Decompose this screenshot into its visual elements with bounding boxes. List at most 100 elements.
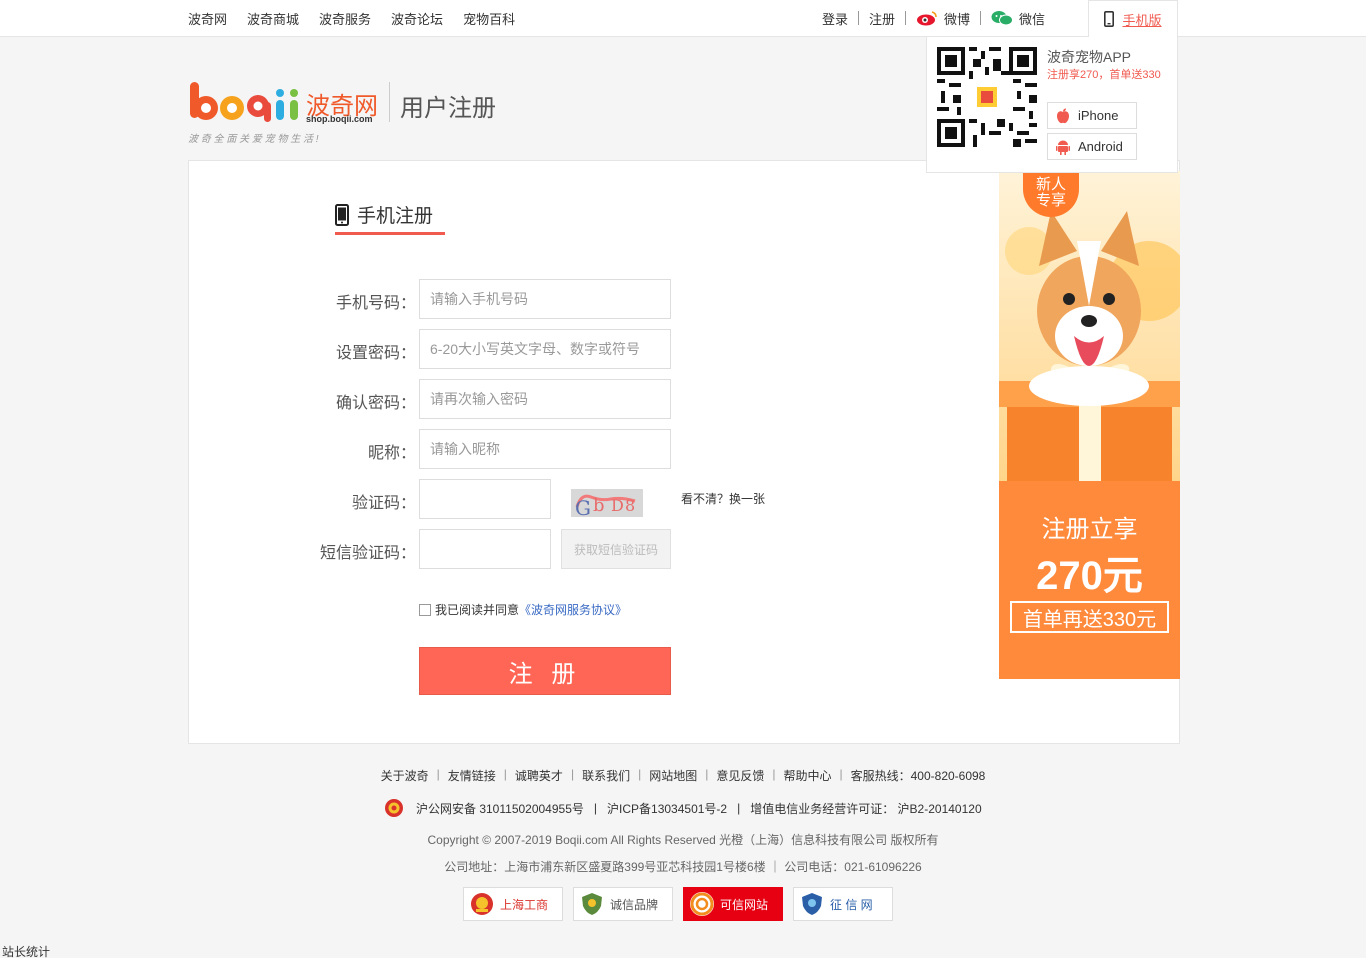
badge-label: 征 信 网 <box>830 897 873 912</box>
refresh-captcha-link[interactable]: 看不清？换一张 <box>681 490 765 507</box>
credit-shield-icon <box>802 893 822 915</box>
footer-link-about[interactable]: 关于波奇 <box>373 767 437 784</box>
password-input[interactable]: 6-20大小写英文字母、数字或符号 <box>419 329 671 369</box>
service-agreement-link[interactable]: 《波奇网服务协议》 <box>519 601 627 618</box>
police-record[interactable]: 沪公网安备 31011502004955号 <box>416 800 584 817</box>
footer-links: 关于波奇 | 友情链接 | 诚聘英才 | 联系我们 | 网站地图 | 意见反馈 | 帮助中心… <box>0 767 1366 784</box>
footer-link-help[interactable]: 帮助中心 <box>775 767 839 784</box>
footer-hotline: 客服热线：400-820-6098 <box>850 769 986 783</box>
iphone-download-button[interactable]: iPhone <box>1047 102 1137 129</box>
nickname-input[interactable]: 请输入昵称 <box>419 429 671 469</box>
confirm-password-label: 确认密码： <box>335 395 416 412</box>
password-label: 设置密码： <box>335 345 416 362</box>
password-placeholder: 6-20大小写英文字母、数字或符号 <box>430 341 641 357</box>
apple-icon <box>1057 108 1069 123</box>
badge-trusted-site[interactable]: 可信网站 <box>683 887 783 921</box>
app-download-dropdown: 波奇宠物APP 注册享270，首单送330 iPhone Android <box>926 36 1178 173</box>
logo-slogan: 波 奇 全 面 关 爱 宠 物 生 活 ! <box>188 134 319 145</box>
footer-link-friends[interactable]: 友情链接 <box>440 767 504 784</box>
nickname-label: 昵称： <box>367 445 416 462</box>
banner-illustration: 新人 专享 <box>999 171 1180 481</box>
qr-code-icon <box>937 47 1037 147</box>
captcha-glyphs-icon: G b D 8 <box>571 489 643 517</box>
login-link[interactable]: 登录 <box>812 9 858 28</box>
site-statistics-link[interactable]: 站长统计 <box>2 943 50 958</box>
captcha-label: 验证码： <box>351 495 416 512</box>
puppy-gift-illustration-icon <box>999 211 1180 481</box>
confirm-password-input[interactable]: 请再次输入密码 <box>419 379 671 419</box>
register-submit-button[interactable]: 注 册 <box>419 647 671 695</box>
phone-icon <box>335 203 349 226</box>
divider: | <box>737 801 741 815</box>
newcomer-promo-banner[interactable]: 新人 专享 注册立享 270元 首单再送330元 <box>999 171 1180 679</box>
page-title: 用户注册 <box>400 95 496 122</box>
nav-mall[interactable]: 波奇商城 <box>247 9 299 28</box>
boqii-logo[interactable]: 波奇网 shop.boqii.com 波 奇 全 面 关 爱 宠 物 生 活 ! <box>188 80 388 145</box>
confirm-password-placeholder: 请再次输入密码 <box>430 391 528 407</box>
svg-text:8: 8 <box>625 496 635 515</box>
iphone-label: iPhone <box>1078 108 1119 123</box>
top-nav: 波奇网 波奇商城 波奇服务 波奇论坛 宠物百科 <box>188 0 535 36</box>
android-download-button[interactable]: Android <box>1047 133 1137 160</box>
shield-icon <box>582 893 602 915</box>
logo-mark-icon <box>190 82 298 122</box>
sms-code-input[interactable] <box>419 529 551 569</box>
weibo-link[interactable]: 微博 <box>906 9 980 28</box>
tab-label: 手机注册 <box>357 206 434 227</box>
trusted-site-icon <box>690 892 714 916</box>
captcha-input[interactable] <box>419 479 551 519</box>
app-promo-text: 注册享270，首单送330 <box>1047 69 1161 81</box>
tab-active-underline <box>335 232 445 235</box>
register-link[interactable]: 注册 <box>859 9 905 28</box>
police-emblem-icon <box>385 799 403 817</box>
svg-text:G: G <box>575 496 591 517</box>
android-label: Android <box>1078 139 1123 154</box>
agreement-checkbox[interactable] <box>419 603 431 616</box>
app-title: 波奇宠物APP <box>1047 49 1132 65</box>
weibo-label: 微博 <box>944 11 971 27</box>
logo-domain: shop.boqii.com <box>306 114 373 124</box>
register-panel: 手机注册 手机号码： 请输入手机号码 设置密码： 6-20大小写英文字母、数字或… <box>188 160 1180 744</box>
divider: | <box>593 801 598 815</box>
banner-offer-line3: 首单再送330元 <box>1010 601 1169 633</box>
nav-wiki[interactable]: 宠物百科 <box>463 9 515 28</box>
phone-label: 手机号码： <box>335 295 416 312</box>
agreement-text: 我已阅读并同意 <box>435 603 520 617</box>
badge-shanghai-commerce[interactable]: 上海工商 <box>463 887 563 921</box>
nickname-placeholder: 请输入昵称 <box>430 441 500 457</box>
mobile-version-tab[interactable]: 手机版 <box>1088 0 1178 37</box>
trust-badges: 上海工商 诚信品牌 可信网站 征 信 网 <box>463 887 903 921</box>
banner-offer-line1: 注册立享 <box>1041 516 1138 543</box>
banner-offer-amount: 270元 <box>1036 554 1143 598</box>
captcha-image[interactable]: G b D 8 <box>571 489 643 517</box>
android-icon <box>1056 140 1070 155</box>
wechat-link[interactable]: 微信 <box>981 9 1055 28</box>
copyright: Copyright © 2007-2019 Boqii.com All Righ… <box>427 833 939 847</box>
company-address: 公司地址：上海市浦东新区盛夏路399号亚芯科技园1号楼6楼 ｜ 公司电话：021… <box>444 860 922 874</box>
footer-link-feedback[interactable]: 意见反馈 <box>708 767 772 784</box>
wechat-label: 微信 <box>1019 11 1046 27</box>
footer-link-jobs[interactable]: 诚聘英才 <box>507 767 571 784</box>
wechat-icon <box>991 11 1014 26</box>
footer-link-sitemap[interactable]: 网站地图 <box>641 767 705 784</box>
sms-code-label: 短信验证码： <box>319 545 416 562</box>
phone-icon <box>1104 11 1115 27</box>
nav-boqii[interactable]: 波奇网 <box>188 9 227 28</box>
phone-input[interactable]: 请输入手机号码 <box>419 279 671 319</box>
mobile-version-label: 手机版 <box>1122 12 1162 28</box>
footer-registration: 沪公网安备 31011502004955号 | 沪ICP备13034501号-2… <box>384 798 992 818</box>
svg-text:b: b <box>593 495 605 516</box>
badge-integrity-brand[interactable]: 诚信品牌 <box>573 887 673 921</box>
weibo-icon <box>917 11 937 26</box>
national-emblem-icon <box>471 893 493 915</box>
nav-service[interactable]: 波奇服务 <box>319 9 371 28</box>
header-divider <box>389 82 390 122</box>
svg-text:D: D <box>611 496 624 515</box>
badge-credit-network[interactable]: 征 信 网 <box>793 887 893 921</box>
icp-record[interactable]: 沪ICP备13034501号-2 <box>607 800 727 817</box>
nav-forum[interactable]: 波奇论坛 <box>391 9 443 28</box>
get-sms-code-button[interactable]: 获取短信验证码 <box>561 529 671 569</box>
footer-link-contact[interactable]: 联系我们 <box>574 767 638 784</box>
tab-phone-register[interactable]: 手机注册 <box>335 201 433 228</box>
badge-label: 可信网站 <box>720 897 769 912</box>
